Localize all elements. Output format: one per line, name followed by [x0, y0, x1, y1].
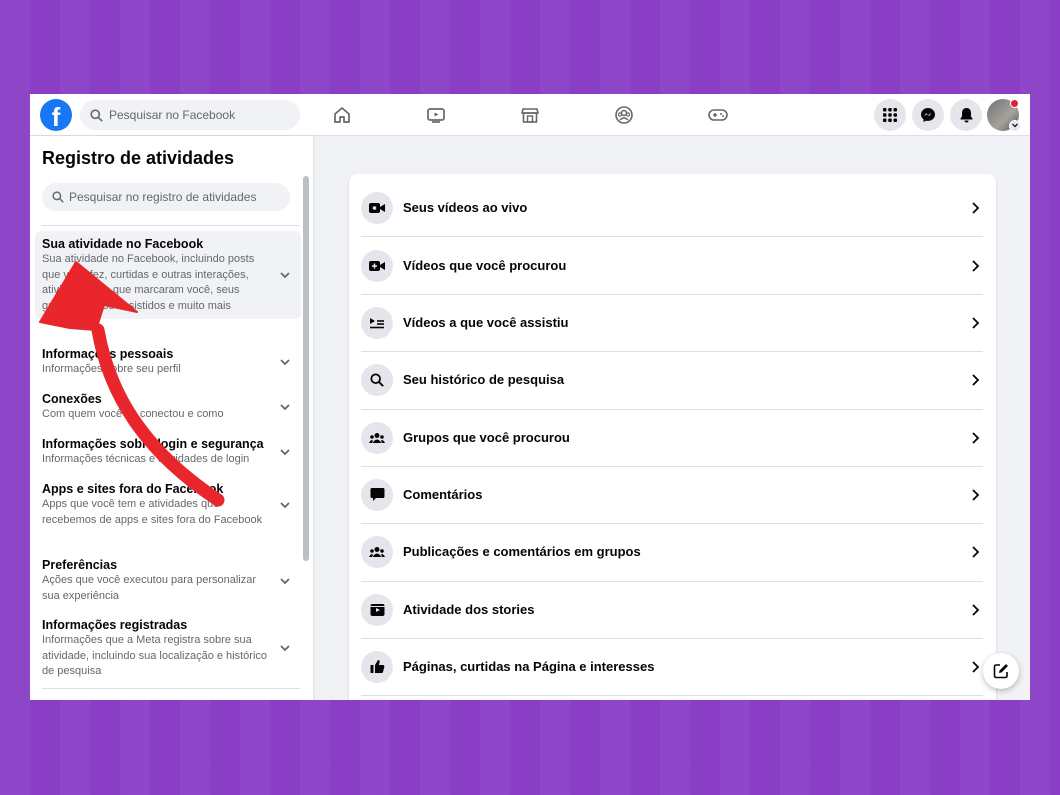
sidebar-item-login-security[interactable]: Informações sobre login e segurança Info… — [35, 431, 301, 473]
sidebar-item-desc: Informações sobre seu perfil — [42, 363, 181, 375]
facebook-logo[interactable]: f — [40, 99, 72, 131]
list-item-label: Páginas, curtidas na Página e interesses — [403, 659, 655, 674]
groups-icon — [361, 535, 393, 568]
list-item-label: Grupos que você procurou — [403, 430, 570, 445]
list-item-label: Vídeos a que você assistiu — [403, 315, 569, 330]
sidebar-item-desc: Sua atividade no Facebook, incluindo pos… — [42, 253, 255, 312]
list-item[interactable]: Comentários — [361, 466, 983, 523]
chevron-right-icon — [972, 259, 980, 272]
divider — [361, 695, 983, 696]
chevron-right-icon — [972, 431, 980, 444]
menu-grid-icon[interactable] — [874, 99, 906, 131]
list-item[interactable]: Seu histórico de pesquisa — [361, 351, 983, 408]
sidebar-item-desc: Informações técnicas e atividades de log… — [42, 453, 250, 465]
compose-icon — [993, 664, 1008, 679]
live-video-icon — [361, 191, 393, 224]
list-item-label: Publicações e comentários em grupos — [403, 544, 641, 559]
list-item[interactable]: Vídeos a que você assistiu — [361, 294, 983, 351]
list-item-label: Seus vídeos ao vivo — [403, 200, 528, 215]
comment-icon — [361, 478, 393, 511]
chevron-down-icon — [280, 359, 290, 366]
chevron-right-icon — [972, 488, 980, 501]
chevron-right-icon — [972, 660, 980, 673]
sidebar-item-desc: Apps que você tem e atividades que receb… — [42, 498, 263, 526]
chevron-right-icon — [972, 603, 980, 616]
thumbs-up-icon — [361, 650, 393, 683]
search-icon — [90, 108, 103, 122]
chevron-down-icon — [280, 404, 290, 411]
facebook-search-input[interactable]: Pesquisar no Facebook — [80, 100, 300, 130]
chevron-right-icon — [972, 545, 980, 558]
sidebar-item-connections[interactable]: Conexões Com quem você se conectou e com… — [35, 386, 301, 428]
chevron-right-icon — [972, 373, 980, 386]
list-item[interactable]: Vídeos que você procurou — [361, 237, 983, 294]
activity-search-input[interactable]: Pesquisar no registro de atividades — [42, 183, 290, 211]
chevron-down-icon — [280, 577, 290, 584]
list-item-label: Atividade dos stories — [403, 602, 535, 617]
list-item-label: Comentários — [403, 487, 483, 502]
sidebar-scrollbar[interactable] — [303, 176, 309, 561]
sidebar-item-title: Conexões — [42, 392, 102, 406]
activity-categories-card: Seus vídeos ao vivo Vídeos que você proc… — [349, 174, 996, 700]
sidebar-item-title: Informações registradas — [42, 618, 188, 632]
list-item-label: Seu histórico de pesquisa — [403, 372, 565, 387]
sidebar-item-desc: Informações que a Meta registra sobre su… — [42, 634, 268, 677]
top-navigation-bar: f Pesquisar no Facebook — [30, 94, 1030, 136]
chevron-down-icon — [280, 501, 290, 508]
sidebar-item-personal-info[interactable]: Informações pessoais Informações sobre s… — [35, 341, 301, 383]
chevron-down-icon — [280, 645, 290, 652]
watch-icon[interactable] — [425, 104, 447, 126]
divider — [42, 225, 300, 226]
sidebar-item-title: Preferências — [42, 558, 118, 572]
search-placeholder: Pesquisar no Facebook — [109, 108, 236, 122]
sidebar-item-title: Sua atividade no Facebook — [42, 237, 204, 251]
watched-video-icon — [361, 306, 393, 339]
notification-dot — [1010, 99, 1019, 108]
sidebar-item-title: Apps e sites fora do Facebook — [42, 482, 224, 496]
list-item[interactable]: Páginas, curtidas na Página e interesses — [361, 638, 983, 695]
list-item[interactable]: Grupos que você procurou — [361, 409, 983, 466]
search-icon — [361, 363, 393, 396]
activity-log-sidebar: Registro de atividades Pesquisar no regi… — [30, 136, 313, 700]
sidebar-item-title: Informações sobre login e segurança — [42, 437, 264, 451]
page-title: Registro de atividades — [42, 148, 235, 168]
sidebar-item-desc: Ações que você executou para personaliza… — [42, 574, 257, 602]
sidebar-item-title: Informações pessoais — [42, 347, 174, 361]
list-item[interactable]: Seus vídeos ao vivo — [361, 179, 983, 236]
home-icon[interactable] — [331, 104, 353, 126]
stories-icon — [361, 593, 393, 626]
chevron-right-icon — [972, 316, 980, 329]
facebook-window: f Pesquisar no Facebook Registro de ativ… — [30, 94, 1030, 700]
chevron-down-icon[interactable] — [1009, 120, 1021, 132]
chevron-down-icon — [280, 449, 290, 456]
sidebar-item-off-facebook[interactable]: Apps e sites fora do Facebook Apps que v… — [35, 476, 301, 533]
video-search-icon — [361, 249, 393, 282]
list-item[interactable]: Atividade dos stories — [361, 581, 983, 638]
chevron-down-icon — [280, 272, 290, 279]
list-item[interactable]: Publicações e comentários em grupos — [361, 523, 983, 580]
messenger-icon[interactable] — [912, 99, 944, 131]
search-placeholder: Pesquisar no registro de atividades — [69, 190, 257, 204]
sidebar-item-desc: Com quem você se conectou e como — [42, 408, 224, 420]
sidebar-item-preferences[interactable]: Preferências Ações que você executou par… — [35, 552, 301, 609]
list-item-label: Vídeos que você procurou — [403, 258, 567, 273]
sidebar-item-logged-info[interactable]: Informações registradas Informações que … — [35, 612, 301, 685]
notifications-icon[interactable] — [950, 99, 982, 131]
gaming-icon[interactable] — [707, 104, 729, 126]
new-message-button[interactable] — [983, 653, 1019, 689]
marketplace-icon[interactable] — [519, 104, 541, 126]
divider — [42, 688, 300, 689]
search-icon — [52, 191, 64, 203]
chevron-right-icon — [972, 201, 980, 214]
groups-icon — [361, 421, 393, 454]
sidebar-item-your-activity[interactable]: Sua atividade no Facebook Sua atividade … — [35, 231, 301, 319]
groups-icon[interactable] — [613, 104, 635, 126]
